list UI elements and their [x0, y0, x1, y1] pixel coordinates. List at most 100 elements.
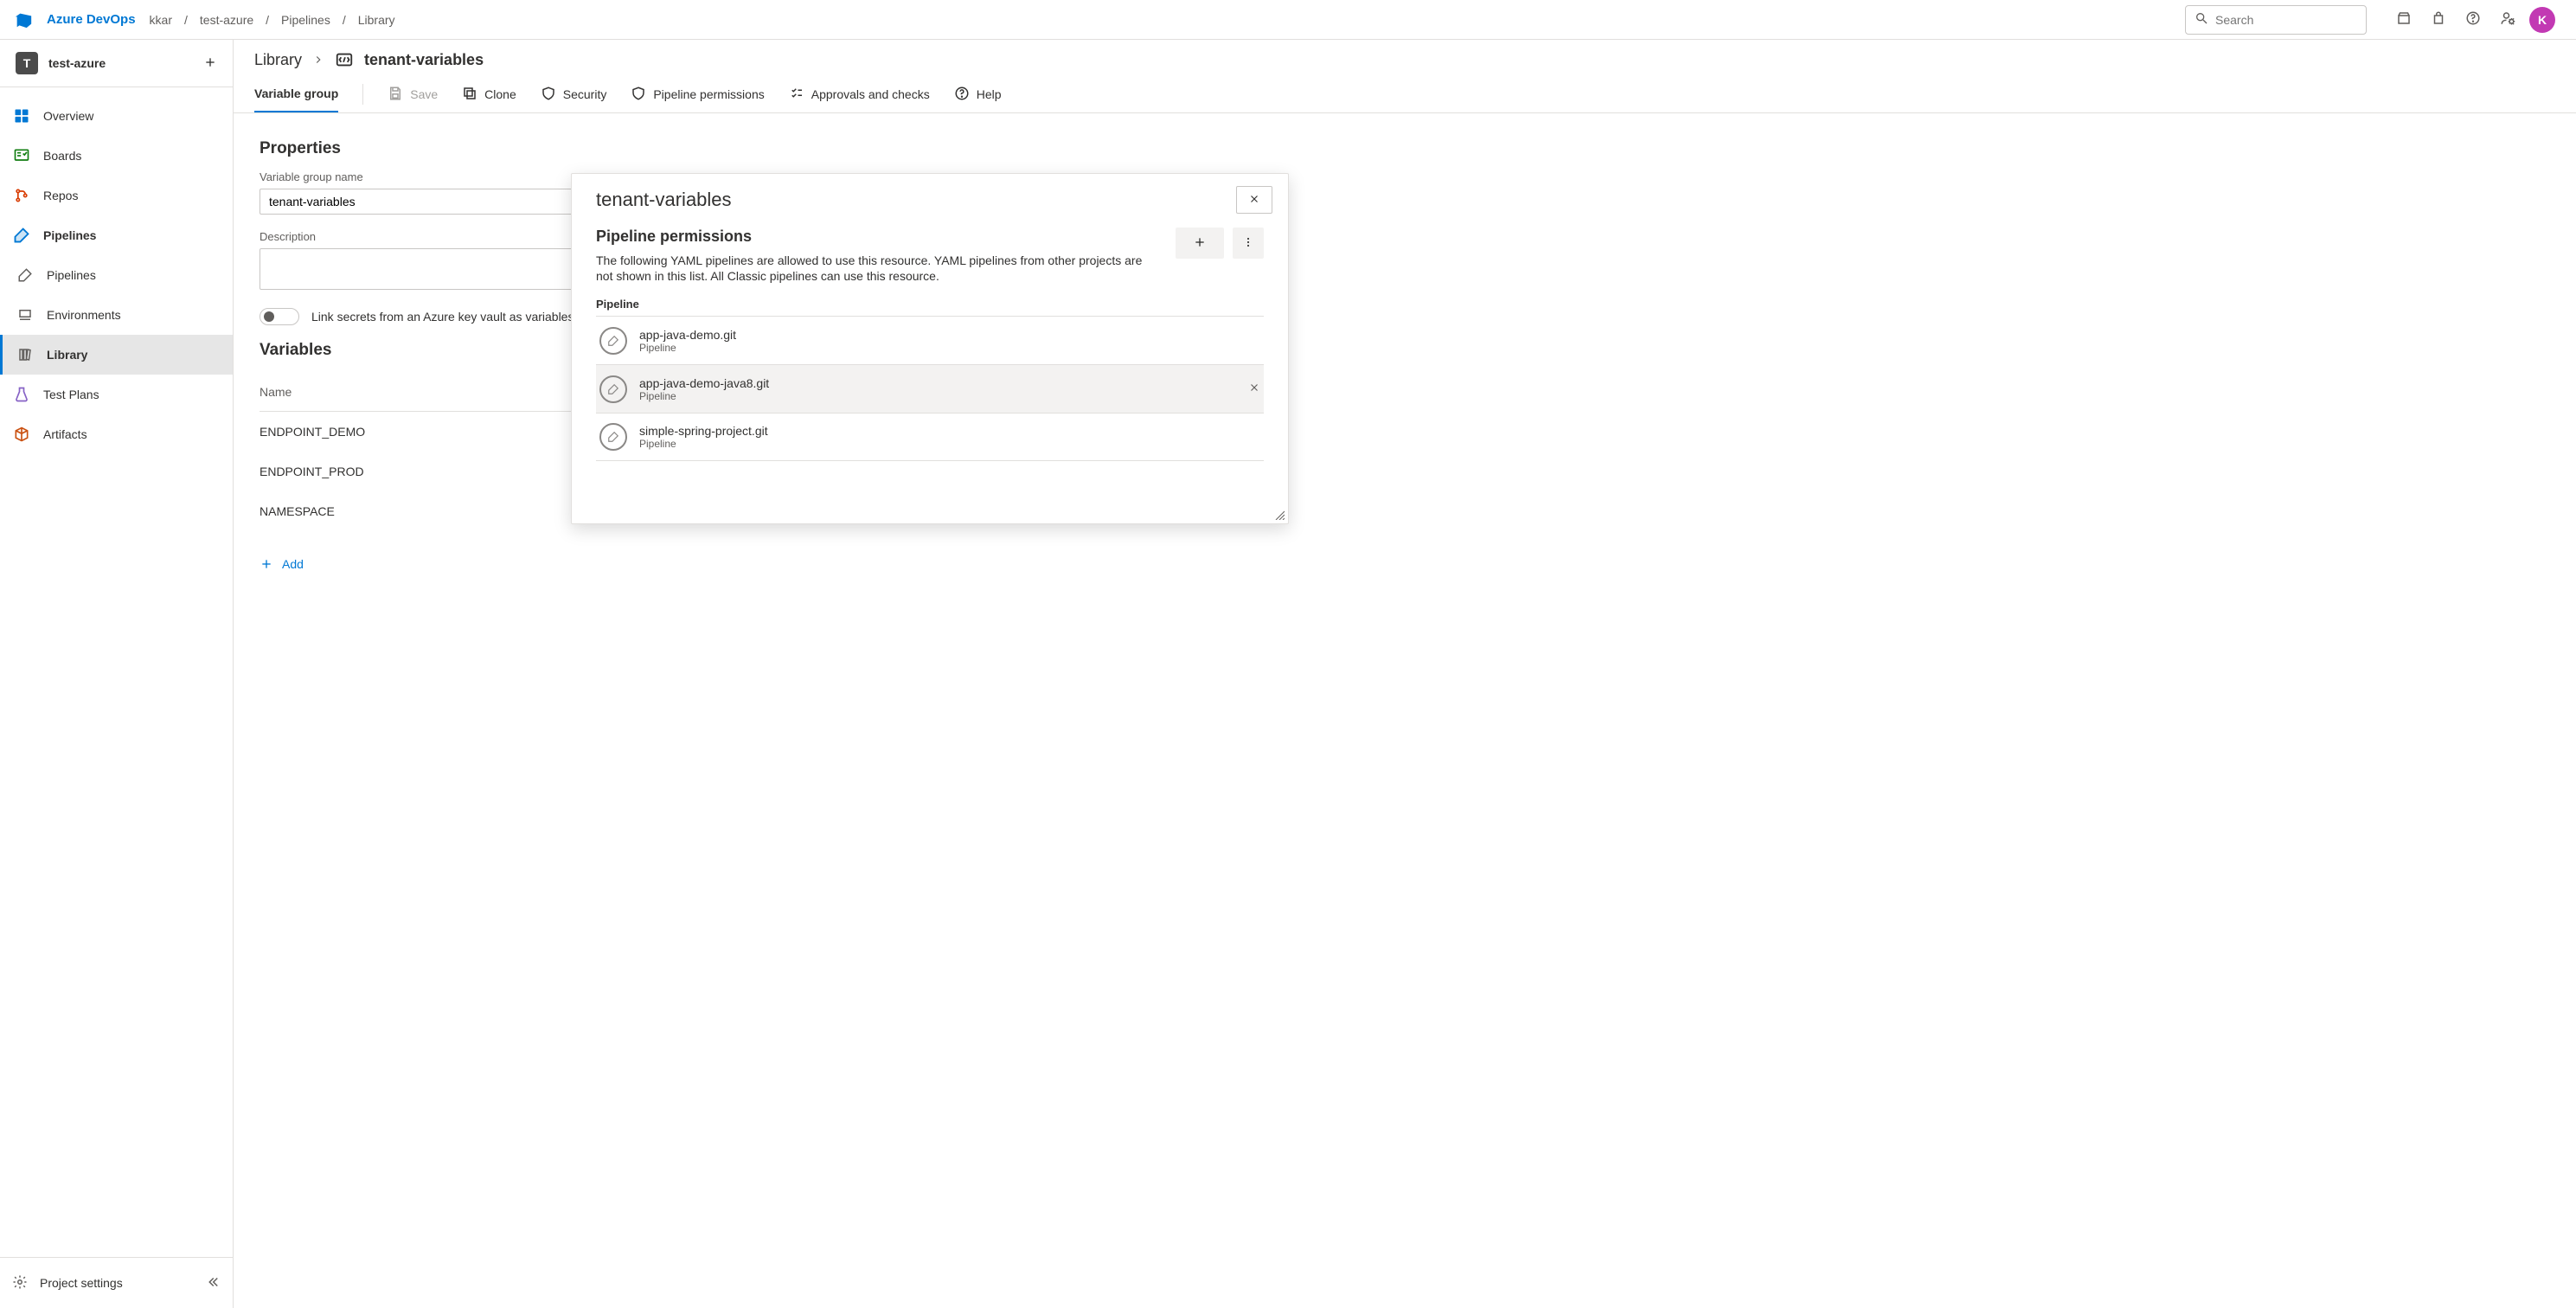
- project-picker[interactable]: T test-azure: [0, 40, 233, 87]
- perm-description: The following YAML pipelines are allowed…: [596, 253, 1162, 284]
- help-icon: [954, 86, 970, 104]
- tab-variable-group[interactable]: Variable group: [254, 76, 338, 112]
- project-name: test-azure: [48, 56, 193, 70]
- project-avatar: T: [16, 52, 38, 74]
- environments-icon: [16, 305, 35, 324]
- var-name[interactable]: ENDPOINT_PROD: [260, 465, 580, 478]
- sidebar-item-pipelines[interactable]: Pipelines: [0, 215, 233, 255]
- sidebar-item-label: Boards: [43, 149, 81, 163]
- page-breadcrumb: Library tenant-variables: [254, 50, 2555, 69]
- artifacts-icon: [12, 425, 31, 444]
- sidebar-sub-environments[interactable]: Environments: [0, 295, 233, 335]
- perm-type: Pipeline: [639, 438, 768, 450]
- sidebar: T test-azure Overview Boards Repos Pipel…: [0, 40, 234, 1308]
- breadcrumb-sep: /: [343, 13, 346, 27]
- boards-icon: [12, 146, 31, 165]
- market-icon[interactable]: [2396, 10, 2412, 29]
- close-icon: [1248, 193, 1260, 208]
- col-name: Name: [260, 385, 580, 399]
- breadcrumb-area[interactable]: Pipelines: [281, 13, 330, 27]
- breadcrumb: kkar / test-azure / Pipelines / Library: [150, 13, 395, 27]
- sidebar-item-label: Repos: [43, 189, 78, 202]
- variable-group-icon: [335, 50, 354, 69]
- overview-icon: [12, 106, 31, 125]
- switch-icon[interactable]: [260, 308, 299, 325]
- add-project-icon[interactable]: [203, 55, 217, 72]
- azure-devops-logo-icon[interactable]: [14, 10, 33, 29]
- add-pipeline-button[interactable]: [1176, 228, 1224, 259]
- help-icon[interactable]: [2465, 10, 2481, 29]
- top-header: Azure DevOps kkar / test-azure / Pipelin…: [0, 0, 2576, 40]
- security-button[interactable]: Security: [541, 77, 607, 112]
- sidebar-item-testplans[interactable]: Test Plans: [0, 375, 233, 414]
- header-icons: [2396, 10, 2515, 29]
- perm-title: Pipeline permissions: [596, 228, 1162, 246]
- help-button[interactable]: Help: [954, 77, 1002, 112]
- perm-name: app-java-demo.git: [639, 328, 736, 342]
- approvals-button[interactable]: Approvals and checks: [789, 77, 930, 112]
- save-label: Save: [410, 87, 438, 101]
- shield-icon: [541, 86, 556, 104]
- sidebar-item-label: Environments: [47, 308, 121, 322]
- close-icon: [1248, 382, 1260, 396]
- bag-icon[interactable]: [2431, 10, 2446, 29]
- perm-list-item[interactable]: app-java-demo.git Pipeline: [596, 316, 1264, 364]
- pipeline-permissions-button[interactable]: Pipeline permissions: [631, 77, 764, 112]
- perm-type: Pipeline: [639, 390, 769, 402]
- perm-section-label: Pipeline: [596, 298, 1264, 311]
- sidebar-sub-pipelines[interactable]: Pipelines: [0, 255, 233, 295]
- sidebar-item-repos[interactable]: Repos: [0, 176, 233, 215]
- save-icon: [388, 86, 403, 104]
- breadcrumb-page[interactable]: Library: [358, 13, 395, 27]
- perm-list-item[interactable]: simple-spring-project.git Pipeline: [596, 413, 1264, 461]
- var-name[interactable]: ENDPOINT_DEMO: [260, 425, 580, 439]
- sidebar-sub-library[interactable]: Library: [0, 335, 233, 375]
- bc-library[interactable]: Library: [254, 51, 302, 69]
- pipeline-permissions-dialog: tenant-variables Pipeline permissions Th…: [571, 173, 1289, 524]
- collapse-sidebar-icon[interactable]: [205, 1274, 221, 1292]
- switch-label: Link secrets from an Azure key vault as …: [311, 310, 574, 324]
- perm-type: Pipeline: [639, 342, 736, 354]
- breadcrumb-project[interactable]: test-azure: [200, 13, 253, 27]
- sidebar-item-overview[interactable]: Overview: [0, 96, 233, 136]
- clone-icon: [462, 86, 477, 104]
- approvals-label: Approvals and checks: [811, 87, 930, 101]
- page-header: Library tenant-variables: [234, 40, 2576, 69]
- user-settings-icon[interactable]: [2500, 10, 2515, 29]
- perm-name: app-java-demo-java8.git: [639, 376, 769, 390]
- checklist-icon: [789, 86, 804, 104]
- avatar[interactable]: K: [2529, 7, 2555, 33]
- pipeline-rocket-icon: [599, 327, 627, 355]
- chevron-right-icon: [312, 54, 324, 66]
- shield-icon: [631, 86, 646, 104]
- rocket-icon: [16, 266, 35, 285]
- pipelines-icon: [12, 226, 31, 245]
- sidebar-item-label: Overview: [43, 109, 93, 123]
- sidebar-project-settings[interactable]: Project settings: [0, 1265, 233, 1301]
- library-icon: [16, 345, 35, 364]
- plus-icon: [260, 557, 273, 571]
- resize-grip-icon[interactable]: [1274, 510, 1285, 520]
- sidebar-item-artifacts[interactable]: Artifacts: [0, 414, 233, 454]
- perm-list-item[interactable]: app-java-demo-java8.git Pipeline: [596, 364, 1264, 413]
- bc-group-name: tenant-variables: [364, 51, 484, 69]
- remove-pipeline-button[interactable]: [1248, 382, 1260, 396]
- security-label: Security: [563, 87, 607, 101]
- repos-icon: [12, 186, 31, 205]
- sidebar-item-boards[interactable]: Boards: [0, 136, 233, 176]
- search-box[interactable]: [2185, 5, 2367, 35]
- toolbar-divider: [362, 84, 363, 105]
- add-variable-button[interactable]: Add: [260, 557, 2550, 571]
- perm-pipeline-list: app-java-demo.git Pipeline app-java-demo…: [596, 316, 1264, 461]
- clone-button[interactable]: Clone: [462, 77, 516, 112]
- sidebar-item-label: Test Plans: [43, 388, 99, 401]
- more-actions-button[interactable]: [1233, 228, 1264, 259]
- sidebar-item-label: Pipelines: [47, 268, 96, 282]
- brand-link[interactable]: Azure DevOps: [47, 12, 136, 27]
- gear-icon: [12, 1274, 28, 1292]
- breadcrumb-org[interactable]: kkar: [150, 13, 172, 27]
- add-label: Add: [282, 557, 304, 571]
- var-name[interactable]: NAMESPACE: [260, 504, 580, 518]
- close-button[interactable]: [1236, 186, 1272, 214]
- search-input[interactable]: [2215, 13, 2372, 27]
